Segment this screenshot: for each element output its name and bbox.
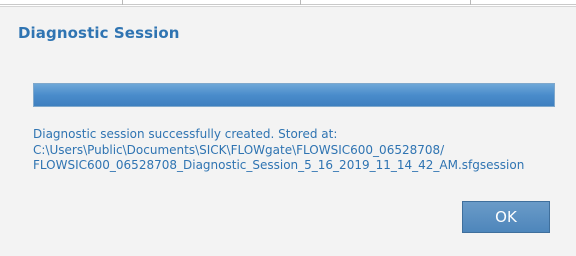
status-message-line-3: FLOWSIC600_06528708_Diagnostic_Session_5… <box>33 158 525 172</box>
background-tick <box>122 0 123 5</box>
background-tick <box>300 0 301 5</box>
status-message-line-2: C:\Users\Public\Documents\SICK\FLOWgate\… <box>33 142 445 157</box>
status-message: Diagnostic session successfully created.… <box>33 127 573 174</box>
ok-button[interactable]: OK <box>462 201 550 233</box>
screen: Diagnostic Session Diagnostic session su… <box>0 0 576 256</box>
background-divider <box>0 4 576 5</box>
status-message-line-1: Diagnostic session successfully created.… <box>33 127 338 141</box>
progress-bar <box>33 83 555 107</box>
progress-bar-fill <box>34 84 554 106</box>
background-tick <box>470 0 471 5</box>
diagnostic-session-dialog: Diagnostic Session Diagnostic session su… <box>0 6 576 256</box>
dialog-title: Diagnostic Session <box>18 24 180 42</box>
